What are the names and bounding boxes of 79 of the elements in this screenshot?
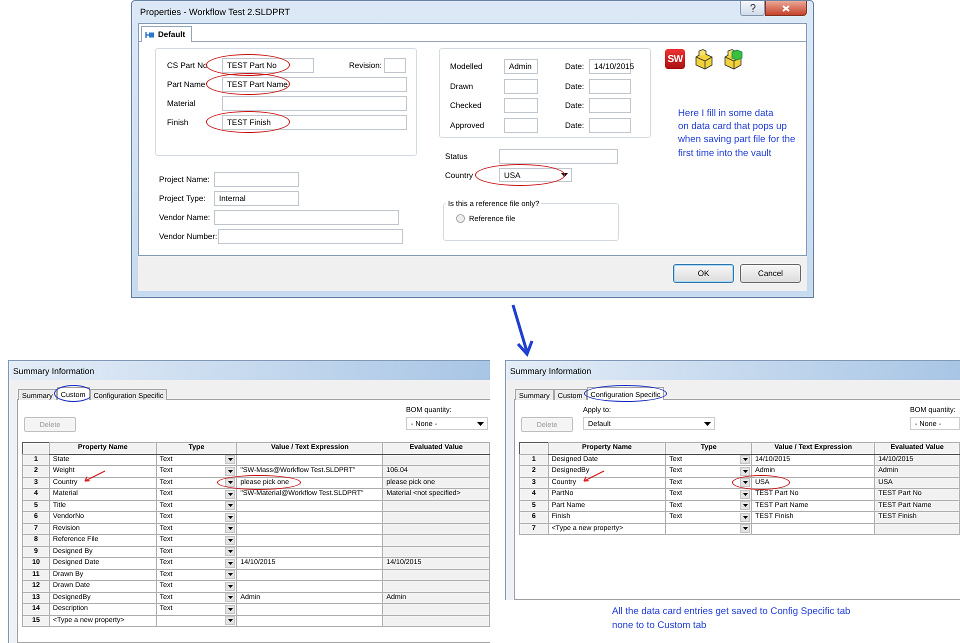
field-label: Country <box>445 170 474 180</box>
field-label: Status <box>445 152 469 161</box>
field-label: Modelled <box>450 62 484 71</box>
app-logo: SW <box>665 49 685 69</box>
text-field[interactable] <box>222 96 407 111</box>
caret-icon <box>477 422 484 426</box>
field-label: Material <box>167 99 196 108</box>
field-label: Date: <box>565 82 586 90</box>
caret-icon <box>742 470 748 473</box>
field-label: Checked <box>450 101 483 110</box>
caret-icon <box>228 608 233 611</box>
country-dropdown[interactable]: USA <box>499 168 572 182</box>
caret-icon <box>228 527 233 530</box>
caret-icon <box>742 481 748 484</box>
field-label: Date: <box>565 120 586 130</box>
field-label: Finish <box>167 118 190 127</box>
field-label: Date: <box>565 62 586 71</box>
caret-icon <box>742 458 748 462</box>
close-icon <box>782 4 790 12</box>
field-label: Vendor Number: <box>159 232 218 241</box>
cancel-button[interactable]: Cancel <box>740 264 801 283</box>
field-label: Part Name <box>167 80 206 89</box>
caret-icon <box>742 504 748 508</box>
caret-icon <box>228 573 233 576</box>
text-field[interactable] <box>589 98 631 113</box>
window-title: Summary Information <box>13 366 94 376</box>
caret-icon <box>228 584 233 588</box>
caret-icon <box>228 481 233 484</box>
field-label: Project Type: <box>159 194 207 203</box>
text-field[interactable] <box>504 98 538 113</box>
caret-icon <box>228 504 233 508</box>
field-label: Revision: <box>349 61 383 70</box>
window-title: Summary Information <box>510 366 592 376</box>
text-field[interactable]: TEST Part No <box>222 58 314 73</box>
caret-icon <box>228 562 233 565</box>
caret-icon <box>228 550 233 554</box>
close-button[interactable] <box>765 1 807 16</box>
field-label: Vendor Name: <box>159 213 212 222</box>
caret-icon <box>228 492 233 496</box>
part-icon <box>723 49 743 70</box>
tab[interactable]: Default <box>141 26 192 42</box>
text-field[interactable] <box>499 149 618 164</box>
caret-icon <box>704 422 711 426</box>
tab-icon <box>145 30 155 38</box>
text-field[interactable]: Admin <box>504 59 538 74</box>
text-field[interactable] <box>218 229 404 244</box>
caret-icon <box>228 458 233 462</box>
field-label: Drawn <box>450 82 474 90</box>
annotation-note: All the data card entries get saved to Config Specific tab none to to Custom tab <box>612 605 850 633</box>
field-label: Date: <box>565 101 586 110</box>
text-field[interactable] <box>589 118 631 132</box>
text-field[interactable] <box>214 210 399 225</box>
annotation-note: Here I fill in some data on data card that pops up when saving part file for the first time into the vault <box>678 107 796 160</box>
caret-icon <box>742 516 748 519</box>
caret-icon <box>228 470 233 473</box>
text-field[interactable]: TEST Part Name <box>222 77 407 92</box>
window-title: Properties - Workflow Test 2.SLDPRT <box>139 6 292 17</box>
text-field[interactable]: TEST Finish <box>222 115 407 130</box>
field-label: Approved <box>450 120 486 130</box>
text-field[interactable] <box>504 78 538 94</box>
text-field[interactable] <box>214 172 299 187</box>
caret-icon <box>742 492 748 496</box>
ok-button[interactable]: OK <box>673 264 734 283</box>
text-field[interactable] <box>384 58 406 73</box>
text-field[interactable] <box>589 78 631 94</box>
text-field[interactable] <box>504 118 538 132</box>
caret-icon <box>228 596 233 600</box>
help-button[interactable] <box>740 1 765 16</box>
flow-arrow <box>512 304 534 357</box>
caret-icon <box>228 538 233 542</box>
text-field[interactable]: Internal <box>214 191 299 206</box>
caret-icon <box>561 173 568 177</box>
part-icon <box>694 49 714 70</box>
caret-icon <box>742 527 748 530</box>
caret-icon <box>228 516 233 519</box>
field-label: Project Name: <box>159 175 211 184</box>
caret-icon <box>228 619 233 622</box>
radio-button[interactable] <box>456 214 465 223</box>
question-icon <box>750 4 756 12</box>
